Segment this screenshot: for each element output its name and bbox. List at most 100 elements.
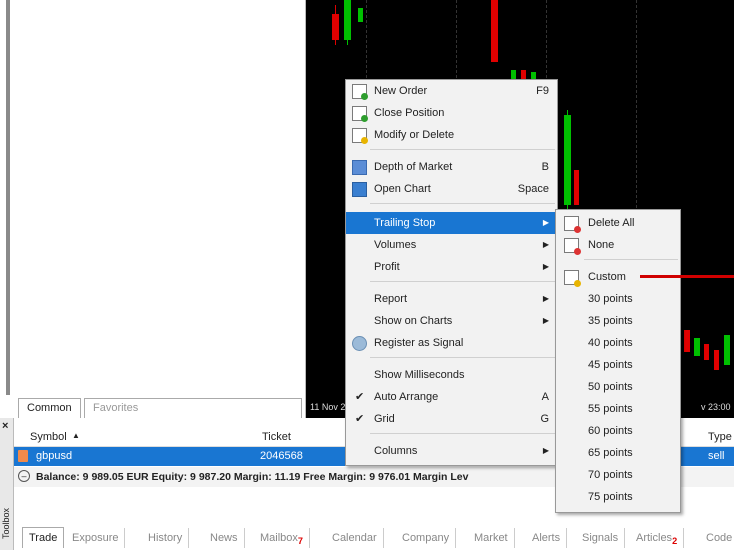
menu-columns-label: Columns [374, 445, 418, 457]
row-type: sell [708, 450, 725, 462]
candle-up [564, 115, 571, 205]
navigator-scrollbar[interactable] [6, 0, 10, 395]
points-label: 75 points [588, 491, 633, 503]
submenu-points-item[interactable]: 55 points [556, 398, 680, 420]
menu-volumes-label: Volumes [374, 239, 417, 251]
trailing-stop-submenu: Delete All None Custom 30 points 35 poin… [555, 209, 681, 513]
modify-order-icon [352, 128, 368, 144]
menu-separator [370, 149, 555, 150]
tab-signals[interactable]: Signals [576, 528, 626, 548]
submenu-delete-all[interactable]: Delete All [556, 212, 680, 234]
tab-market[interactable]: Market [468, 528, 515, 548]
submenu-points-item[interactable]: 30 points [556, 288, 680, 310]
toolbox-label: Toolbox [1, 507, 11, 539]
points-label: 55 points [588, 403, 633, 415]
submenu-points-item[interactable]: 35 points [556, 310, 680, 332]
menu-columns[interactable]: Columns ▶ [346, 440, 557, 462]
sort-asc-icon: ▲ [72, 431, 80, 440]
submenu-points-item[interactable]: 40 points [556, 332, 680, 354]
menu-auto-arrange[interactable]: ✔ Auto Arrange A [346, 386, 557, 408]
menu-depth-of-market[interactable]: Depth of Market B [346, 156, 557, 178]
menu-separator [370, 203, 555, 204]
tab-favorites[interactable]: Favorites [84, 398, 302, 419]
submenu-points-item[interactable]: 75 points [556, 486, 680, 508]
menu-separator [370, 433, 555, 434]
candle-down [491, 0, 498, 62]
menu-show-on-charts[interactable]: Show on Charts ▶ [346, 310, 557, 332]
tab-common[interactable]: Common [18, 398, 81, 419]
menu-report-label: Report [374, 293, 408, 305]
column-symbol[interactable]: Symbol [30, 431, 67, 443]
collapse-icon[interactable]: – [18, 470, 30, 482]
submenu-points-item[interactable]: 60 points [556, 420, 680, 442]
candle-up [358, 8, 363, 22]
tab-mailbox[interactable]: Mailbox7 [254, 528, 310, 548]
submenu-arrow-icon: ▶ [542, 446, 549, 455]
none-icon [564, 238, 581, 255]
candle-down [332, 14, 339, 40]
submenu-none-label: None [588, 239, 615, 251]
column-type[interactable]: Type [708, 431, 732, 443]
points-label: 65 points [588, 447, 633, 459]
submenu-points-item[interactable]: 50 points [556, 376, 680, 398]
tab-code[interactable]: Code [700, 528, 734, 548]
submenu-delete-all-label: Delete All [588, 217, 635, 229]
submenu-arrow-icon: ▶ [542, 218, 549, 227]
submenu-points-item[interactable]: 65 points [556, 442, 680, 464]
menu-new-order-shortcut: F9 [536, 85, 549, 97]
menu-trailing-stop[interactable]: Trailing Stop ▶ [346, 212, 557, 234]
candle-down [684, 330, 690, 352]
context-menu: New Order F9 Close Position Modify or De… [345, 79, 558, 466]
menu-separator [584, 259, 678, 260]
articles-badge: 2 [672, 536, 678, 547]
menu-close-position[interactable]: Close Position [346, 102, 557, 124]
checkmark-icon: ✔ [355, 413, 365, 425]
close-icon[interactable]: × [2, 420, 8, 432]
menu-grid[interactable]: ✔ Grid G [346, 408, 557, 430]
tab-calendar[interactable]: Calendar [326, 528, 384, 548]
menu-new-order[interactable]: New Order F9 [346, 80, 557, 102]
menu-show-milliseconds[interactable]: Show Milliseconds [346, 364, 557, 386]
points-label: 35 points [588, 315, 633, 327]
menu-open-chart-shortcut: Space [517, 183, 549, 195]
submenu-points-item[interactable]: 70 points [556, 464, 680, 486]
mailbox-badge: 7 [297, 536, 303, 547]
points-label: 60 points [588, 425, 633, 437]
tab-company[interactable]: Company [396, 528, 457, 548]
tab-articles[interactable]: Articles2 [630, 528, 685, 548]
tab-history[interactable]: History [142, 528, 190, 548]
points-label: 50 points [588, 381, 633, 393]
menu-register-signal[interactable]: Register as Signal [346, 332, 557, 354]
tab-mailbox-label: Mailbox [260, 532, 298, 544]
candle-up [724, 335, 730, 365]
menu-separator [370, 357, 555, 358]
row-symbol: gbpusd [36, 450, 73, 462]
submenu-none[interactable]: None [556, 234, 680, 256]
candle-up [344, 0, 351, 40]
submenu-points-item[interactable]: 45 points [556, 354, 680, 376]
menu-report[interactable]: Report ▶ [346, 288, 557, 310]
menu-auto-arrange-label: Auto Arrange [374, 391, 439, 403]
menu-close-position-label: Close Position [374, 107, 445, 119]
tab-exposure[interactable]: Exposure [66, 528, 126, 548]
menu-register-signal-label: Register as Signal [374, 337, 464, 349]
menu-modify-delete[interactable]: Modify or Delete [346, 124, 557, 146]
balance-summary: Balance: 9 989.05 EUR Equity: 9 987.20 M… [36, 471, 469, 483]
menu-depth-label: Depth of Market [374, 161, 453, 173]
column-ticket[interactable]: Ticket [262, 431, 291, 443]
menu-auto-arrange-shortcut: A [541, 391, 549, 403]
checkmark-icon: ✔ [355, 391, 365, 403]
tab-trade[interactable]: Trade [22, 527, 65, 548]
tab-alerts[interactable]: Alerts [526, 528, 568, 548]
menu-profit[interactable]: Profit ▶ [346, 256, 557, 278]
delete-all-icon [564, 216, 581, 233]
menu-open-chart[interactable]: Open Chart Space [346, 178, 557, 200]
candle-down [714, 350, 719, 370]
tab-news[interactable]: News [204, 528, 245, 548]
points-label: 30 points [588, 293, 633, 305]
menu-volumes[interactable]: Volumes ▶ [346, 234, 557, 256]
navigator-panel: Common Favorites [0, 0, 306, 419]
menu-grid-shortcut: G [540, 413, 549, 425]
submenu-arrow-icon: ▶ [542, 240, 549, 249]
points-label: 45 points [588, 359, 633, 371]
